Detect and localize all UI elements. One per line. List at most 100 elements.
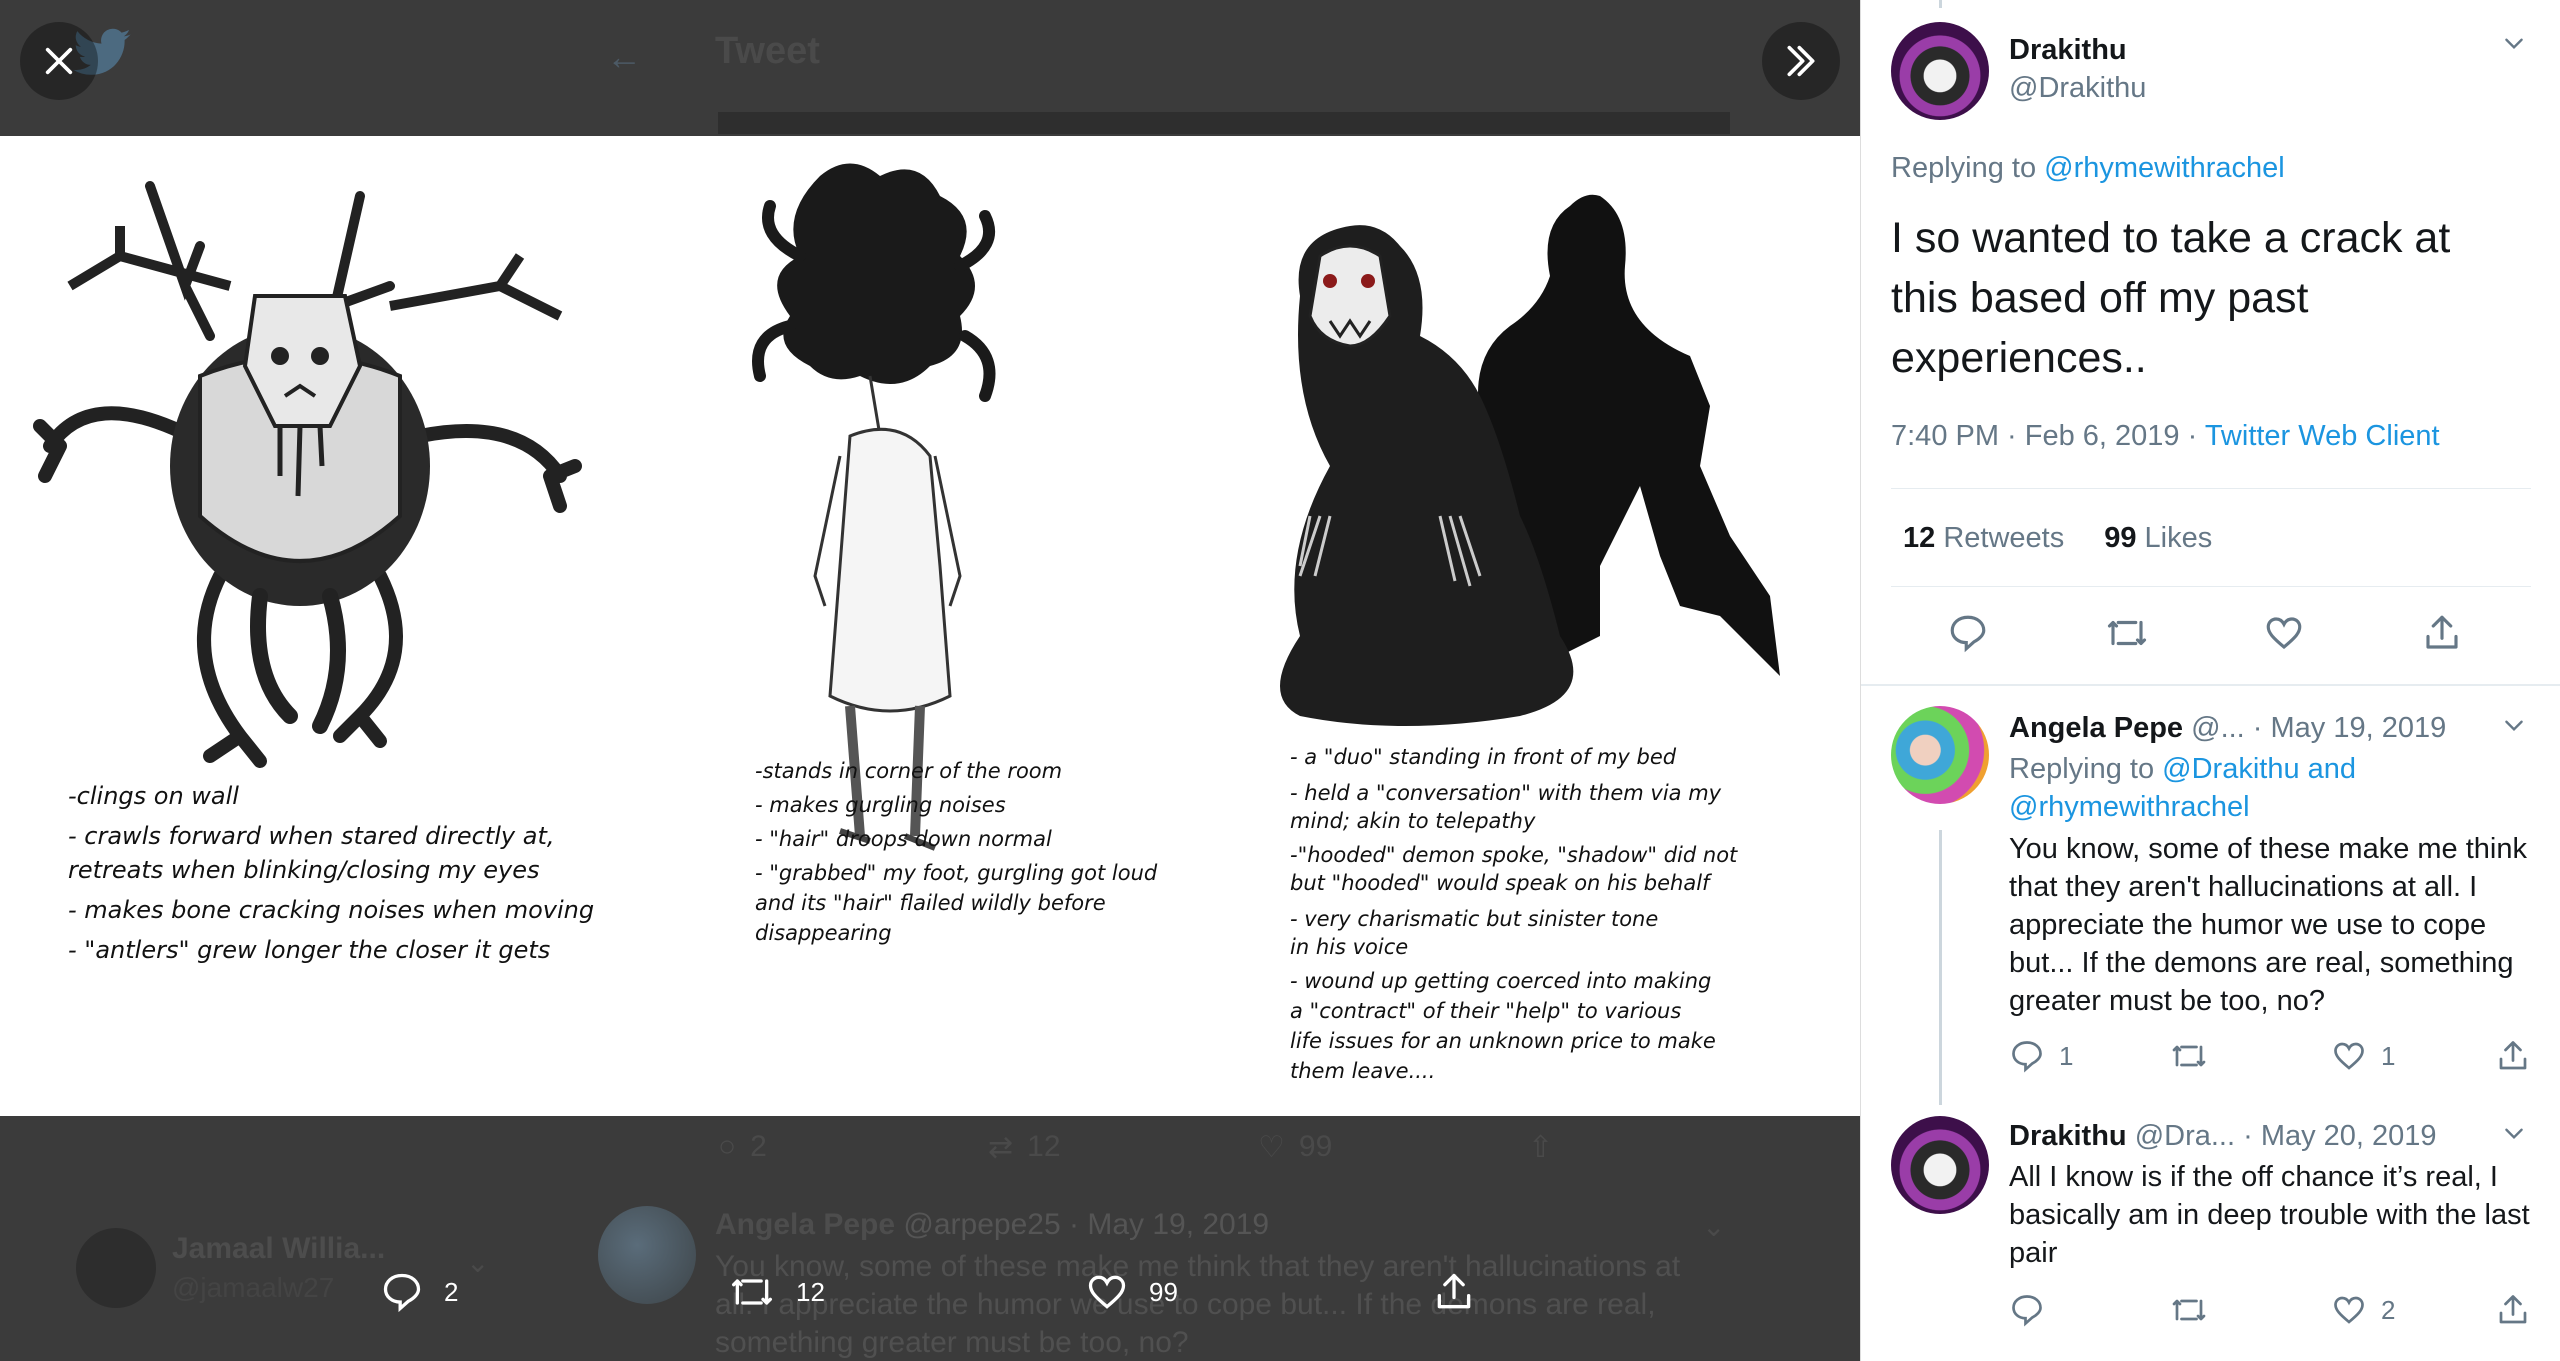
note-line: - held a "conversation" with them via my [1290, 781, 1722, 805]
mention-link[interactable]: @rhymewithrachel [2009, 791, 2250, 823]
note-line: mind; akin to telepathy [1290, 809, 1536, 833]
note-line: - very charismatic but sinister tone [1290, 907, 1658, 931]
share-button[interactable] [2495, 1038, 2531, 1074]
mention-link[interactable]: @Drakithu [2162, 753, 2299, 785]
tweet-stats: 12 Retweets 99 Likes [1903, 522, 2212, 555]
chevron-down-icon [2505, 720, 2523, 732]
like-button[interactable]: 99 [1085, 1270, 1178, 1314]
share-icon [2426, 615, 2458, 649]
background-divider [718, 112, 1730, 134]
note-line: - wound up getting coerced into making [1290, 969, 1711, 993]
reply-actions: 2 [2009, 1292, 2549, 1332]
retweet-icon [2172, 1045, 2206, 1067]
background-reply-header: Angela Pepe @arpepe25 · May 19, 2019 [715, 1208, 1270, 1241]
background-share: ⇧ [1528, 1130, 1553, 1165]
note-line: - makes bone cracking noises when moving [68, 896, 594, 924]
reply-button[interactable] [1947, 612, 1989, 659]
heart-icon [2266, 617, 2302, 650]
reply-button[interactable]: 1 [2009, 1038, 2073, 1074]
retweet-button[interactable] [2169, 1038, 2223, 1074]
divider [1891, 488, 2531, 489]
collapse-panel-button[interactable] [1762, 22, 1840, 100]
retweet-button[interactable] [2169, 1292, 2223, 1328]
note-line: - "antlers" grew longer the closer it ge… [68, 936, 550, 964]
close-icon [45, 47, 73, 75]
app-root: ← Tweet ○ 2 ⇄ 12 ♡ 99 ⇧ Jamaal Willia... @j [0, 0, 2560, 1361]
background-tweet-actions: ○ 2 ⇄ 12 ♡ 99 ⇧ [718, 1130, 1618, 1170]
like-button[interactable] [2263, 612, 2305, 659]
likes-stat[interactable]: 99 Likes [2104, 522, 2212, 555]
retweets-stat[interactable]: 12 Retweets [1903, 522, 2064, 555]
client-link[interactable]: Twitter Web Client [2205, 420, 2440, 452]
reply-icon: ○ [718, 1130, 737, 1163]
media-viewer: ← Tweet ○ 2 ⇄ 12 ♡ 99 ⇧ Jamaal Willia... @j [0, 0, 1860, 1361]
background-like-count: ♡ 99 [1258, 1130, 1333, 1164]
share-button[interactable] [2495, 1292, 2531, 1328]
reply-button[interactable]: 2 [380, 1270, 458, 1314]
reply-icon [2012, 1295, 2042, 1327]
replying-to: Replying to @rhymewithrachel [1891, 152, 2285, 184]
note-line: -"hooded" demon spoke, "shadow" did not [1290, 843, 1738, 867]
reply-menu-button[interactable] [2501, 712, 2527, 745]
divider [1861, 684, 2560, 686]
creature-1-drawing [33, 181, 582, 768]
author-name[interactable]: Drakithu [2009, 34, 2127, 67]
share-button[interactable] [2421, 612, 2463, 659]
heart-icon: ♡ [1258, 1131, 1285, 1164]
like-button[interactable]: 2 [2331, 1292, 2395, 1328]
note-line: - "hair" droops down normal [755, 827, 1052, 851]
reply-author-name[interactable]: Angela Pepe [2009, 712, 2183, 744]
reply-button[interactable] [2009, 1292, 2059, 1328]
tweet-actions [1861, 612, 2560, 662]
chevron-down-icon [2505, 38, 2523, 50]
background-retweet-count: ⇄ 12 [988, 1130, 1061, 1164]
author-handle[interactable]: @Drakithu [2009, 72, 2146, 105]
like-button[interactable]: 1 [2331, 1038, 2395, 1074]
share-icon [2499, 1041, 2527, 1070]
note-line: disappearing [755, 921, 892, 945]
thread-line [1939, 830, 1942, 1105]
tweet-image: -clings on wall - crawls forward when st… [0, 136, 1860, 1116]
mention-link[interactable]: @rhymewithrachel [2044, 152, 2285, 184]
retweet-icon [2172, 1299, 2206, 1321]
reply-icon [2012, 1041, 2042, 1073]
note-line: - makes gurgling noises [755, 793, 1006, 817]
note-line: retreats when blinking/closing my eyes [68, 856, 540, 884]
note-line: in his voice [1290, 935, 1408, 959]
creature-2-drawing [752, 163, 996, 851]
note-line: and its "hair" flailed wildly before [755, 891, 1106, 915]
reply-count: 2 [444, 1276, 459, 1307]
avatar[interactable] [1891, 706, 1989, 804]
heart-icon [1088, 1275, 1126, 1309]
reply-text: All I know is if the off chance it’s rea… [2009, 1161, 2530, 1269]
back-arrow-icon: ← [606, 36, 642, 77]
notes-column-1: -clings on wall - crawls forward when st… [68, 782, 594, 964]
reply-author-name[interactable]: Drakithu [2009, 1120, 2127, 1152]
avatar[interactable] [1891, 22, 1989, 120]
double-chevron-right-icon [1787, 45, 1815, 77]
reply-header: Angela Pepe @... · May 19, 2019 [2009, 712, 2446, 745]
close-button[interactable] [20, 22, 98, 100]
reply-header: Drakithu @Dra... · May 20, 2019 [2009, 1120, 2437, 1153]
note-line: a "contract" of their "help" to various [1290, 999, 1681, 1023]
notes-column-2: -stands in corner of the room - makes gu… [755, 759, 1158, 945]
background-page-title: Tweet [715, 30, 820, 72]
share-icon [2499, 1295, 2527, 1324]
tweet-text: I so wanted to take a crack at this base… [1891, 214, 2451, 382]
drawing-illustration: -clings on wall - crawls forward when st… [33, 163, 1780, 1083]
share-icon [1437, 1273, 1471, 1309]
share-icon: ⇧ [1528, 1131, 1554, 1164]
reply-menu-button[interactable] [2501, 1120, 2527, 1153]
like-count: 99 [1149, 1276, 1178, 1307]
divider [1891, 586, 2531, 587]
retweet-button[interactable] [2104, 612, 2150, 659]
background-user-name: Jamaal Willia... [172, 1232, 386, 1265]
retweet-button[interactable]: 12 [728, 1270, 825, 1314]
note-line: them leave.... [1290, 1059, 1435, 1083]
avatar[interactable] [1891, 1116, 1989, 1214]
chevron-down-icon [2505, 1128, 2523, 1140]
note-line: - "grabbed" my foot, gurgling got loud [755, 861, 1158, 885]
retweet-icon: ⇄ [988, 1131, 1014, 1164]
tweet-menu-button[interactable] [2501, 30, 2527, 63]
share-button[interactable] [1432, 1270, 1476, 1314]
